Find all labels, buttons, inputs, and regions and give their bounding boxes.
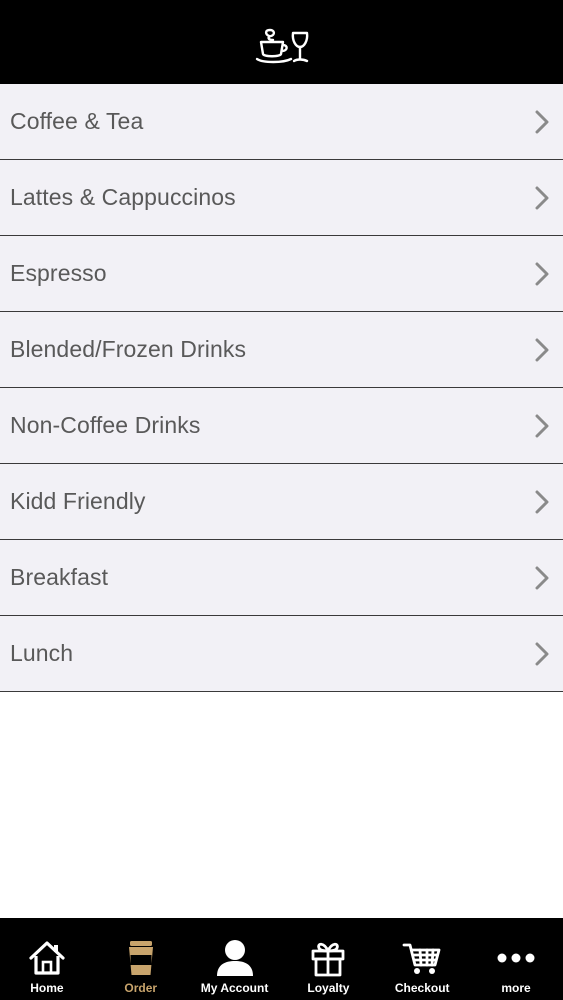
menu-item-non-coffee-drinks[interactable]: Non-Coffee Drinks — [0, 388, 563, 464]
chevron-right-icon — [535, 262, 549, 285]
menu-item-label: Espresso — [10, 260, 107, 286]
tab-checkout[interactable]: Checkout — [375, 918, 469, 1000]
tab-label: Home — [30, 981, 64, 995]
chevron-right-icon — [535, 110, 549, 133]
menu-item-blended-frozen-drinks[interactable]: Blended/Frozen Drinks — [0, 312, 563, 388]
tab-order[interactable]: Order — [94, 918, 188, 1000]
tab-more[interactable]: more — [469, 918, 563, 1000]
app-screen: Coffee & Tea Lattes & Cappuccinos Espres… — [0, 0, 563, 1000]
chevron-right-icon — [535, 338, 549, 361]
user-icon — [216, 940, 253, 976]
menu-item-breakfast[interactable]: Breakfast — [0, 540, 563, 616]
tab-label: Checkout — [394, 981, 450, 995]
bottom-tab-bar: Home Order My Account Loyalty Checkout m… — [0, 918, 563, 1000]
coffee-wine-logo-icon — [255, 28, 308, 64]
menu-category-list: Coffee & Tea Lattes & Cappuccinos Espres… — [0, 84, 563, 692]
tab-my-account[interactable]: My Account — [188, 918, 282, 1000]
menu-item-espresso[interactable]: Espresso — [0, 236, 563, 312]
chevron-right-icon — [535, 566, 549, 589]
menu-item-coffee-tea[interactable]: Coffee & Tea — [0, 84, 563, 160]
tab-home[interactable]: Home — [0, 918, 94, 1000]
menu-item-label: Breakfast — [10, 564, 109, 590]
menu-item-label: Coffee & Tea — [10, 108, 144, 134]
tab-label: more — [501, 981, 531, 995]
menu-item-kidd-friendly[interactable]: Kidd Friendly — [0, 464, 563, 540]
menu-item-label: Lattes & Cappuccinos — [10, 184, 236, 210]
tab-label: Order — [124, 981, 158, 995]
tab-loyalty[interactable]: Loyalty — [281, 918, 375, 1000]
menu-item-label: Kidd Friendly — [10, 488, 146, 514]
tab-label: Loyalty — [307, 981, 350, 995]
chevron-right-icon — [535, 490, 549, 513]
coffee-cup-icon — [128, 941, 153, 975]
menu-item-label: Non-Coffee Drinks — [10, 412, 201, 438]
chevron-right-icon — [535, 414, 549, 437]
more-dots-icon — [497, 953, 535, 963]
menu-item-lattes-cappuccinos[interactable]: Lattes & Cappuccinos — [0, 160, 563, 236]
menu-item-lunch[interactable]: Lunch — [0, 616, 563, 692]
chevron-right-icon — [535, 186, 549, 209]
cart-icon — [402, 943, 441, 974]
top-header — [0, 0, 563, 84]
menu-item-label: Blended/Frozen Drinks — [10, 336, 247, 362]
menu-item-label: Lunch — [10, 640, 74, 666]
home-icon — [29, 941, 65, 975]
gift-icon — [311, 942, 345, 977]
chevron-right-icon — [535, 642, 549, 665]
tab-label: My Account — [200, 981, 269, 995]
